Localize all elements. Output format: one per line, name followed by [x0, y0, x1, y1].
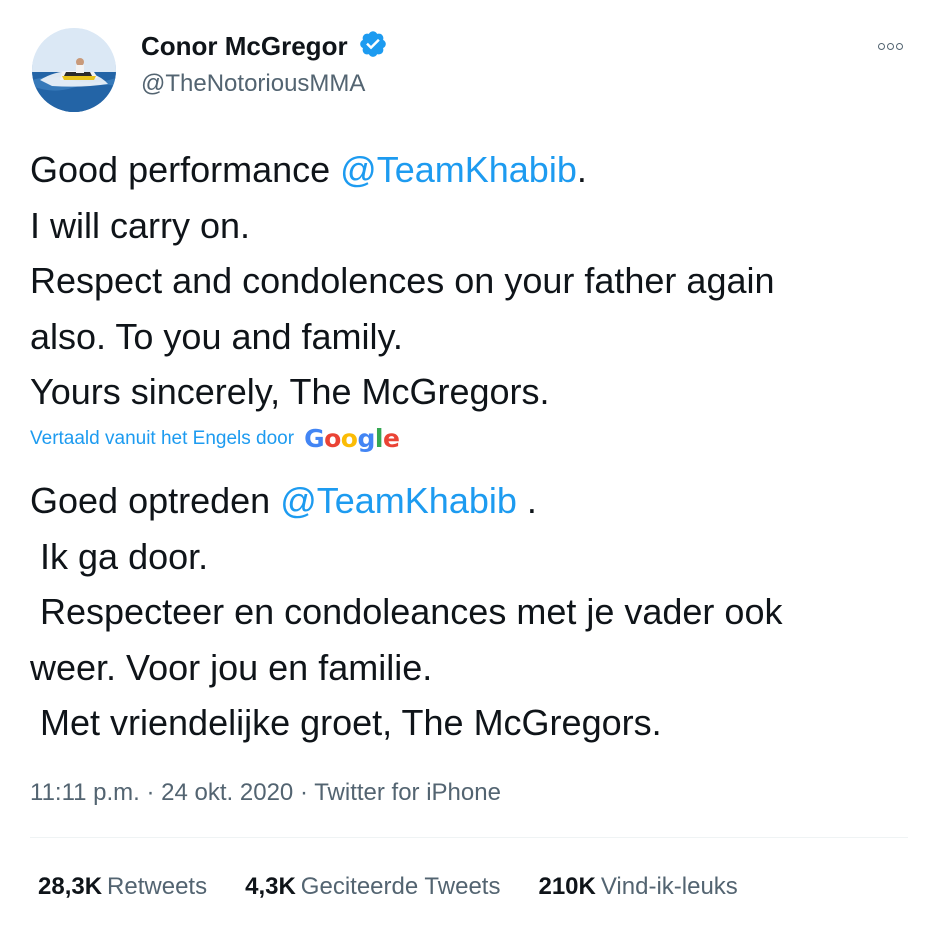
tweet-date-link[interactable]: 24 okt. 2020: [161, 779, 293, 806]
translation-line-2: Ik ga door.: [30, 535, 209, 577]
translation-line-5: Met vriendelijke groet, The McGregors.: [30, 702, 662, 743]
translated-label: Vertaald vanuit het Engels door: [30, 428, 295, 449]
retweets-label: Retweets: [107, 873, 208, 900]
tweet-line-4: also. To you and family.: [30, 315, 403, 357]
translation-line-4: weer. Voor jou en familie.: [30, 646, 433, 688]
tweet-stats: 28,3K Retweets 4,3K Geciteerde Tweets 210K…: [38, 870, 738, 904]
author-handle[interactable]: @TheNotoriousMMA: [141, 68, 388, 100]
meta-separator: ·: [139, 779, 162, 806]
quote-tweets-stat-link[interactable]: 4,3K Geciteerde Tweets: [245, 870, 500, 904]
google-logo-icon: Google: [304, 424, 400, 453]
tweet-header: Conor McGregor @TheNotoriousMMA: [32, 28, 912, 114]
meta-separator: ·: [293, 779, 315, 806]
more-dot-icon: [895, 42, 903, 50]
more-dot-icon: [886, 42, 894, 50]
likes-stat-link[interactable]: 210K Vind-ik-leuks: [538, 870, 737, 904]
retweets-count: 28,3K: [38, 873, 103, 900]
tweet-text-segment: Good performance: [30, 149, 341, 190]
translation-line-1: Goed optreden @TeamKhabib .: [30, 473, 910, 529]
tweet-line-1: Good performance @TeamKhabib.: [30, 142, 910, 198]
translation-text: Goed optreden @TeamKhabib . Ik ga door. …: [30, 473, 910, 751]
retweets-stat-link[interactable]: 28,3K Retweets: [38, 870, 207, 904]
mention-link[interactable]: @TeamKhabib: [280, 480, 517, 521]
more-options-button[interactable]: [872, 34, 908, 58]
more-dot-icon: [877, 42, 885, 50]
author-display-name[interactable]: Conor McGregor: [141, 30, 348, 62]
tweet-time-link[interactable]: 11:11 p.m.: [30, 779, 140, 806]
tweet-text-segment: .: [576, 149, 587, 190]
author-block: Conor McGregor @TheNotoriousMMA: [141, 30, 388, 100]
mention-link[interactable]: @TeamKhabib: [340, 149, 577, 190]
verified-badge-icon: [358, 29, 388, 59]
jetski-photo-icon: [32, 28, 116, 112]
tweet-line-3: Respect and condolences on your father a…: [30, 260, 775, 301]
translation-line-3: Respecteer en condoleances met je vader …: [30, 591, 783, 632]
tweet-line-5: Yours sincerely, The McGregors.: [30, 371, 550, 412]
tweet-meta: 11:11 p.m. · 24 okt. 2020 · Twitter for …: [30, 776, 501, 810]
translated-by-google-link[interactable]: Vertaald vanuit het Engels door Google: [30, 423, 400, 455]
likes-count: 210K: [538, 873, 596, 900]
tweet-text: Good performance @TeamKhabib. I will carr…: [30, 142, 910, 420]
tweet-source-link[interactable]: Twitter for iPhone: [314, 779, 501, 806]
likes-label: Vind-ik-leuks: [600, 873, 738, 900]
translation-text-segment: .: [516, 480, 537, 521]
quote-tweets-label: Geciteerde Tweets: [300, 873, 501, 900]
tweet-card: Conor McGregor @TheNotoriousMMA Good per…: [0, 0, 938, 934]
quote-tweets-count: 4,3K: [245, 873, 296, 900]
divider: [30, 837, 908, 838]
avatar[interactable]: [32, 28, 116, 112]
tweet-line-2: I will carry on.: [30, 204, 251, 246]
translation-text-segment: Goed optreden: [30, 480, 281, 521]
